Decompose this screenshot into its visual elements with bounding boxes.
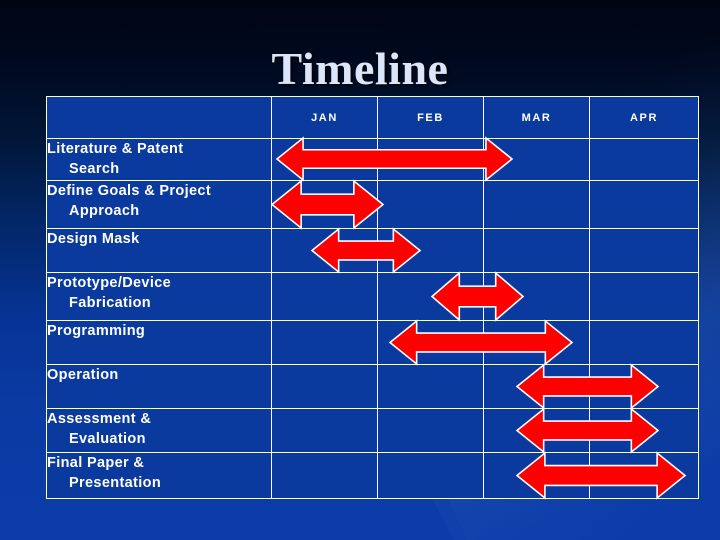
- timeline-cell: [483, 452, 590, 499]
- task-label-cell: Assessment & Evaluation: [46, 408, 272, 453]
- task-label-cell: Design Mask: [46, 228, 272, 273]
- column-header-feb: FEB: [377, 96, 484, 139]
- table-row: Programming: [46, 320, 699, 365]
- timeline-cell: [483, 228, 590, 273]
- task-label-line1: Final Paper &: [47, 455, 145, 471]
- timeline-cell: [483, 320, 590, 365]
- task-label-line1: Programming: [47, 323, 146, 339]
- timeline-cell: [377, 138, 484, 181]
- timeline-cell: [377, 180, 484, 229]
- task-label-line1: Assessment &: [47, 411, 152, 427]
- table-row: Literature & Patent Search: [46, 138, 699, 181]
- table-body: Literature & Patent Search Define Goals & …: [46, 138, 699, 499]
- page-title: Timeline: [271, 43, 449, 94]
- column-header-apr: APR: [589, 96, 699, 139]
- slide-canvas: Timeline JAN FEB MAR APR Literature & Pa…: [0, 0, 720, 540]
- table-header-row: JAN FEB MAR APR: [46, 96, 699, 139]
- timeline-cell: [483, 138, 590, 181]
- timeline-cell: [589, 138, 699, 181]
- timeline-cell: [271, 320, 378, 365]
- timeline-cell: [377, 320, 484, 365]
- timeline-cell: [589, 228, 699, 273]
- task-label-cell: Final Paper & Presentation: [46, 452, 272, 499]
- timeline-gantt-table: JAN FEB MAR APR Literature & Patent Searc…: [46, 96, 699, 499]
- task-label-line1: Literature & Patent: [47, 141, 184, 157]
- task-label-line2: Presentation: [69, 475, 162, 491]
- table-row: Final Paper & Presentation: [46, 452, 699, 499]
- table-corner-header: [46, 96, 272, 139]
- task-label-cell: Define Goals & Project Approach: [46, 180, 272, 229]
- timeline-cell: [271, 452, 378, 499]
- timeline-cell: [271, 228, 378, 273]
- task-label-cell: Prototype/Device Fabrication: [46, 272, 272, 321]
- task-label-line2: Search: [69, 161, 120, 177]
- timeline-cell: [589, 408, 699, 453]
- timeline-cell: [271, 272, 378, 321]
- timeline-cell: [377, 272, 484, 321]
- column-header-jan: JAN: [271, 96, 378, 139]
- task-label-line2: Evaluation: [69, 431, 146, 447]
- task-label-line1: Operation: [47, 367, 119, 383]
- timeline-cell: [377, 408, 484, 453]
- task-label-line1: Design Mask: [47, 231, 140, 247]
- column-header-mar: MAR: [483, 96, 590, 139]
- table-row: Operation: [46, 364, 699, 409]
- task-label-cell: Operation: [46, 364, 272, 409]
- table-row: Define Goals & Project Approach: [46, 180, 699, 229]
- task-label-line2: Fabrication: [69, 295, 151, 311]
- task-label-cell: Literature & Patent Search: [46, 138, 272, 181]
- task-label-cell: Programming: [46, 320, 272, 365]
- timeline-cell: [589, 452, 699, 499]
- task-label-line2: Approach: [69, 203, 140, 219]
- task-label-line1: Prototype/Device: [47, 275, 172, 291]
- timeline-cell: [483, 408, 590, 453]
- timeline-cell: [483, 364, 590, 409]
- timeline-cell: [589, 180, 699, 229]
- timeline-cell: [271, 138, 378, 181]
- task-label-line1: Define Goals & Project: [47, 183, 212, 199]
- timeline-cell: [271, 364, 378, 409]
- table-row: Design Mask: [46, 228, 699, 273]
- timeline-cell: [589, 320, 699, 365]
- timeline-cell: [589, 272, 699, 321]
- timeline-cell: [377, 452, 484, 499]
- timeline-cell: [483, 272, 590, 321]
- timeline-cell: [483, 180, 590, 229]
- timeline-cell: [271, 408, 378, 453]
- timeline-cell: [377, 364, 484, 409]
- timeline-cell: [377, 228, 484, 273]
- timeline-cell: [271, 180, 378, 229]
- timeline-cell: [589, 364, 699, 409]
- table-row: Assessment & Evaluation: [46, 408, 699, 453]
- table-row: Prototype/Device Fabrication: [46, 272, 699, 321]
